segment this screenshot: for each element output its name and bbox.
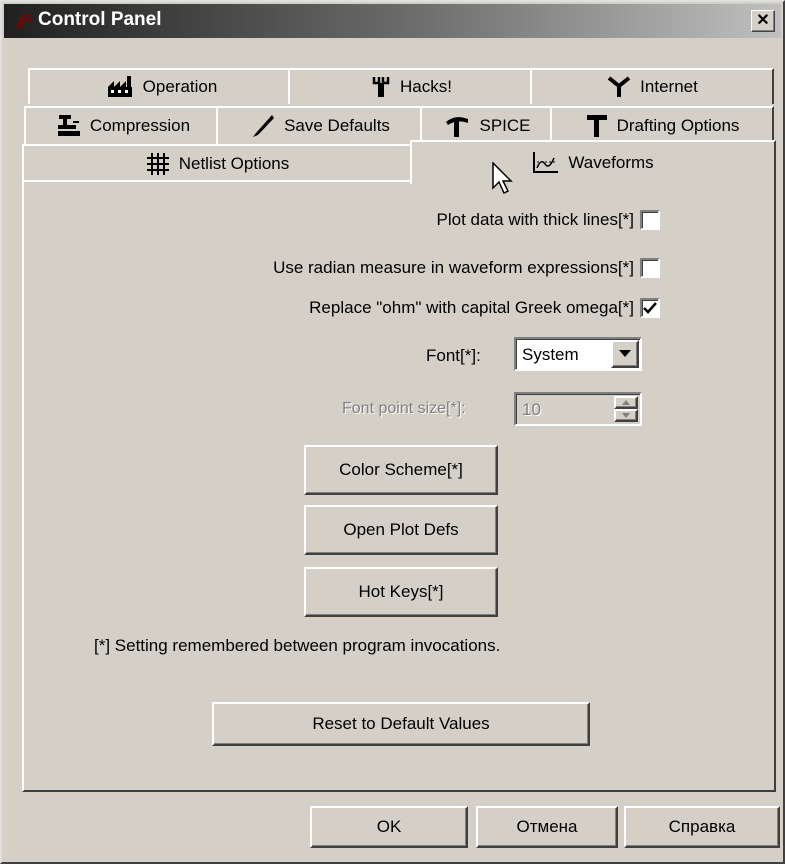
factory-icon <box>107 76 132 97</box>
tab-label: Drafting Options <box>616 116 740 135</box>
omega-label: Replace "ohm" with capital Greek omega[*… <box>309 298 634 317</box>
spinner-buttons <box>614 396 638 422</box>
arrow-down-icon <box>622 413 630 418</box>
waveforms-panel: Plot data with thick lines[*] Use radian… <box>22 180 776 792</box>
close-button[interactable]: ✕ <box>751 10 775 32</box>
tab-compression[interactable]: Compression <box>24 106 222 144</box>
font-size-value: 10 <box>522 400 541 419</box>
font-dropdown-button[interactable] <box>611 340 639 368</box>
hot-keys-button[interactable]: Hot Keys[*] <box>304 567 498 617</box>
spin-down-button <box>614 409 638 422</box>
wrench-icon <box>372 77 390 97</box>
checkmark-icon <box>643 302 657 314</box>
font-size-spinner: 10 <box>514 392 642 426</box>
tab-label: Netlist Options <box>178 154 290 173</box>
tab-label: Waveforms <box>568 153 654 172</box>
cancel-button[interactable]: Отмена <box>476 806 618 848</box>
tab-waveforms[interactable]: Waveforms <box>410 140 776 184</box>
remembered-note: [*] Setting remembered between program i… <box>94 636 501 655</box>
thick-lines-checkbox[interactable] <box>640 210 660 230</box>
tab-label: Internet <box>640 77 698 96</box>
t-square-icon <box>586 115 607 137</box>
hammer-icon <box>446 117 469 137</box>
spin-up-button <box>614 396 638 409</box>
tab-operation[interactable]: Operation <box>28 68 294 104</box>
font-select[interactable]: System <box>514 337 642 371</box>
omega-row[interactable]: Replace "ohm" with capital Greek omega[*… <box>309 298 660 318</box>
font-size-label: Font point size[*]: <box>342 400 466 417</box>
app-icon <box>16 14 32 29</box>
control-panel-window: Control Panel ✕ Operation Hacks! Interne… <box>0 0 785 864</box>
grid-icon <box>146 153 169 175</box>
radian-row[interactable]: Use radian measure in waveform expressio… <box>273 258 660 278</box>
pen-icon <box>253 115 275 137</box>
tab-label: Operation <box>142 77 218 96</box>
tab-save-defaults[interactable]: Save Defaults <box>216 106 424 144</box>
help-button[interactable]: Справка <box>624 806 780 848</box>
tab-label: SPICE <box>479 116 531 135</box>
waveform-icon <box>533 152 559 173</box>
thick-lines-row[interactable]: Plot data with thick lines[*] <box>437 210 660 230</box>
chevron-down-icon <box>619 350 631 357</box>
font-select-value: System <box>522 345 579 364</box>
tab-label: Compression <box>89 116 191 135</box>
radian-checkbox[interactable] <box>640 258 660 278</box>
window-title: Control Panel <box>38 9 162 30</box>
title-bar[interactable]: Control Panel ✕ <box>4 4 781 38</box>
arrow-up-icon <box>622 400 630 405</box>
tab-hacks[interactable]: Hacks! <box>288 68 534 104</box>
compression-icon <box>57 115 80 136</box>
reset-defaults-button[interactable]: Reset to Default Values <box>212 702 590 746</box>
ok-button[interactable]: OK <box>310 806 468 848</box>
mouse-cursor-icon <box>492 162 513 195</box>
tab-drafting-options[interactable]: Drafting Options <box>550 106 774 144</box>
tab-label: Hacks! <box>400 77 452 96</box>
thick-lines-label: Plot data with thick lines[*] <box>436 210 634 229</box>
omega-checkbox[interactable] <box>640 298 660 318</box>
network-icon <box>607 76 631 97</box>
tab-internet[interactable]: Internet <box>530 68 774 104</box>
tab-spice[interactable]: SPICE <box>420 106 554 144</box>
tab-netlist-options[interactable]: Netlist Options <box>22 144 412 182</box>
radian-label: Use radian measure in waveform expressio… <box>273 258 634 277</box>
open-plot-defs-button[interactable]: Open Plot Defs <box>304 505 498 555</box>
tab-label: Save Defaults <box>284 116 390 135</box>
color-scheme-button[interactable]: Color Scheme[*] <box>304 445 498 495</box>
font-label: Font[*]: <box>426 346 481 365</box>
